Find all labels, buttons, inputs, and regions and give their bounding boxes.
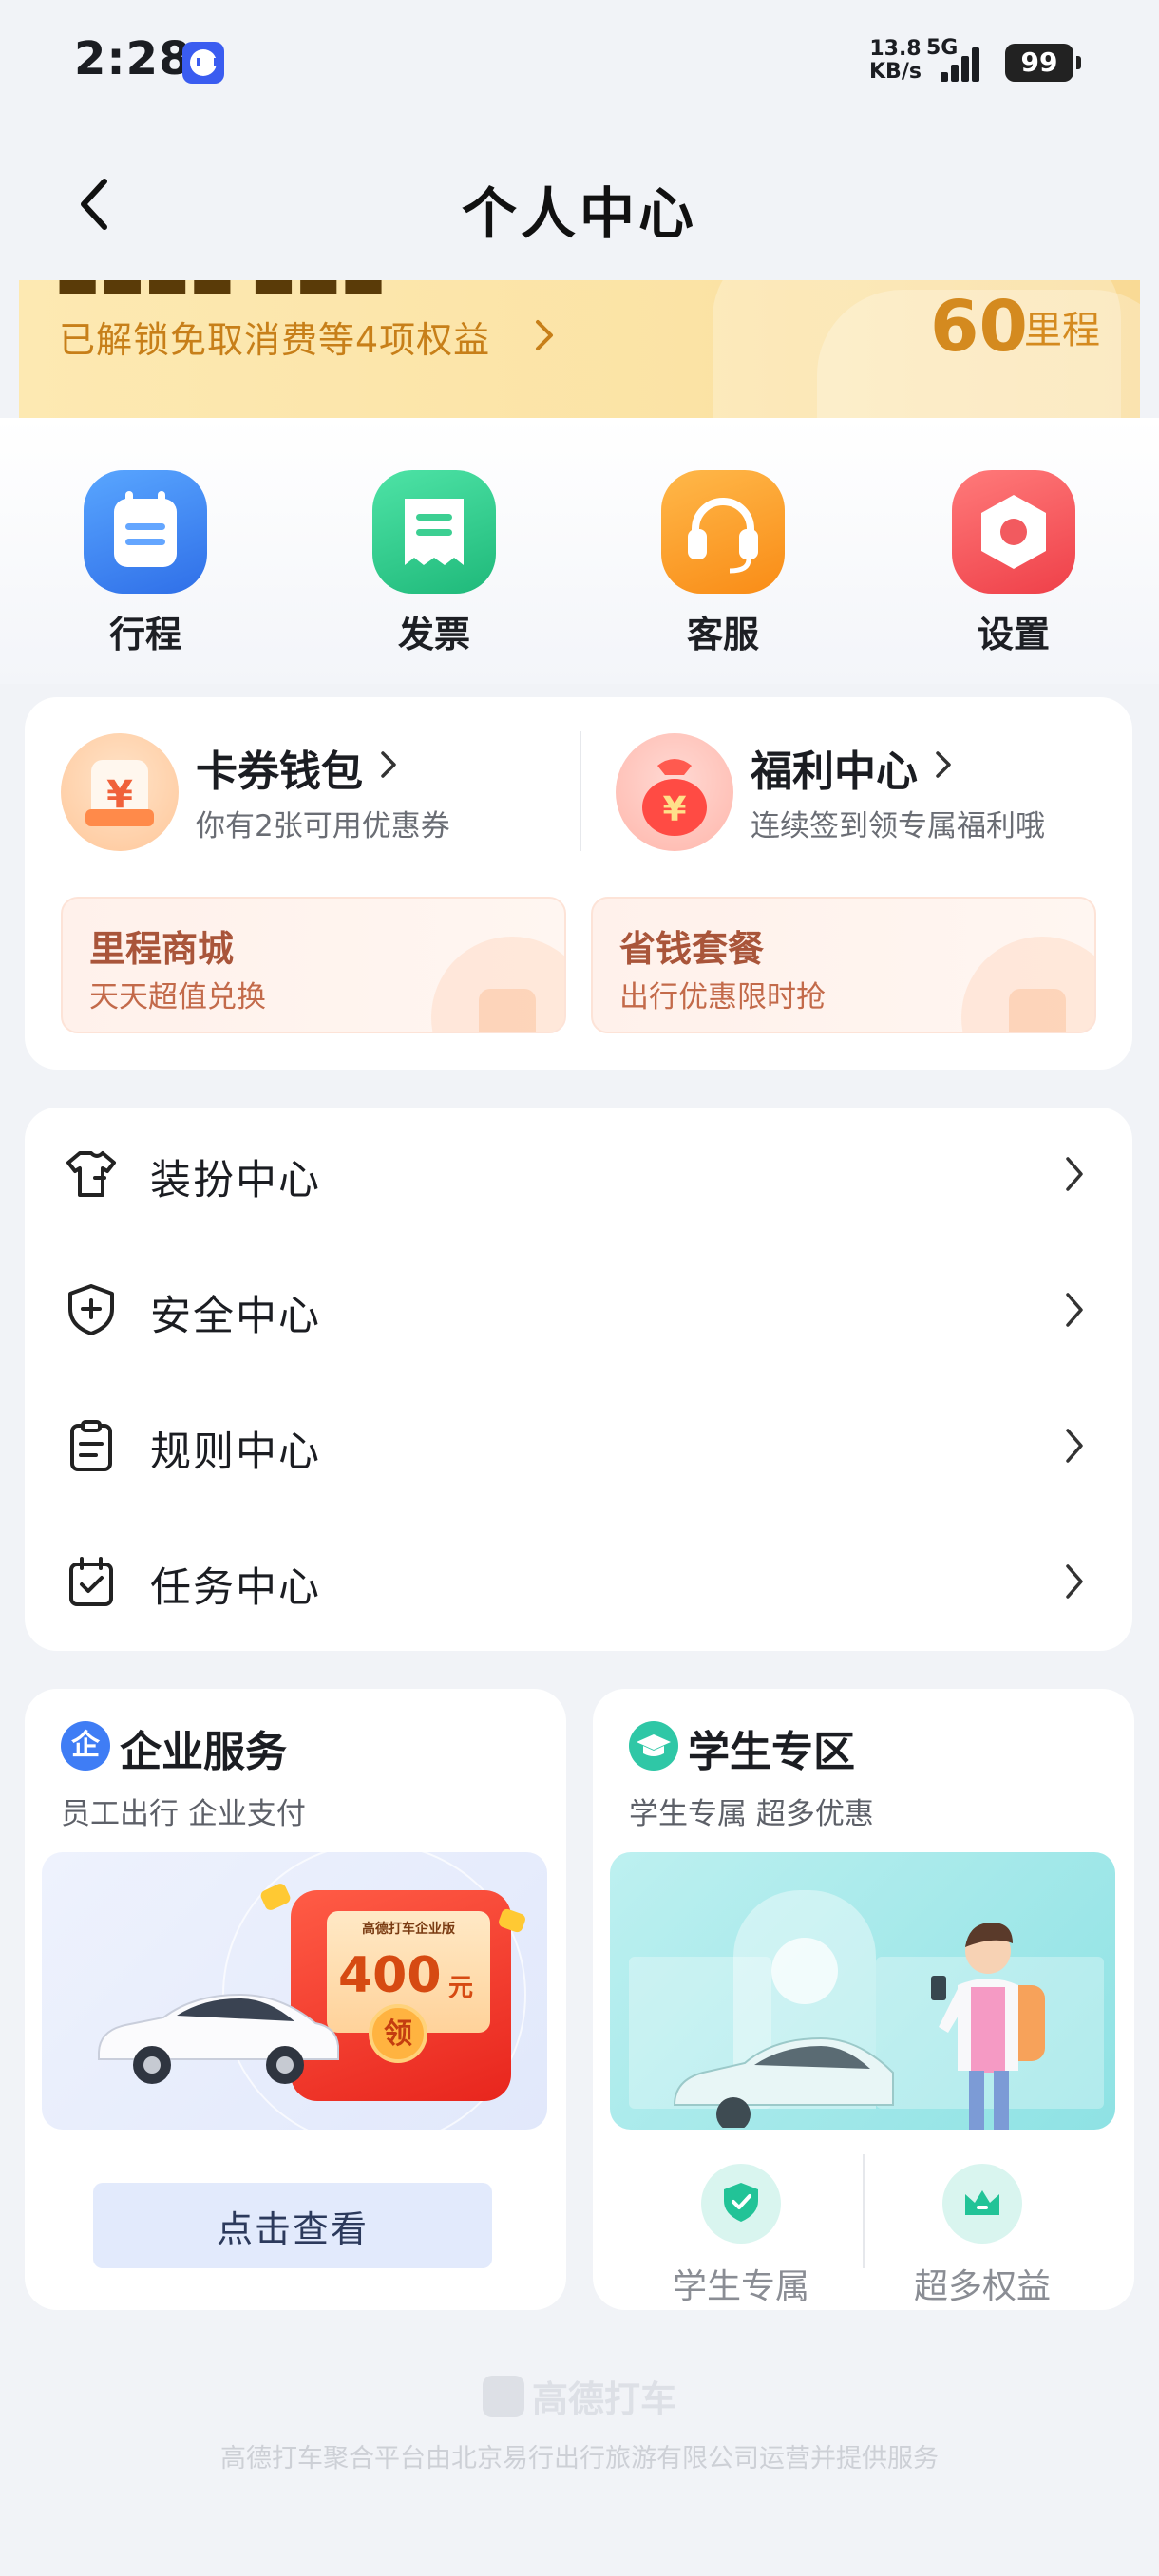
network-speed-unit: KB/s <box>869 60 922 84</box>
coupon-wallet-desc: 你有2张可用优惠券 <box>196 809 450 843</box>
saving-pack-tile[interactable]: 省钱套餐 出行优惠限时抢 <box>591 897 1096 1033</box>
quick-action-trips[interactable]: 行程 <box>65 470 226 657</box>
quick-action-label: 客服 <box>686 614 759 655</box>
view-details-button[interactable]: 点击查看 <box>93 2183 492 2268</box>
headset-icon <box>661 470 785 594</box>
crown-icon <box>942 2164 1022 2244</box>
coupon-wallet-title[interactable]: 卡券钱包 <box>196 737 363 798</box>
menu-item-dressup[interactable]: 装扮中心 <box>25 1108 1132 1243</box>
quick-action-invoice[interactable]: 发票 <box>353 470 515 657</box>
footer-logo-text: 高德打车 <box>531 2378 676 2420</box>
mileage-mall-title: 里程商城 <box>89 928 235 970</box>
enterprise-badge-icon: 企 <box>61 1721 110 1771</box>
welfare-center-title[interactable]: 福利中心 <box>750 737 918 798</box>
footer-logo: 高德打车 <box>0 2370 1159 2422</box>
chevron-right-icon <box>936 751 951 778</box>
status-bar: 2:28 13.8 KB/s 5G 99 <box>0 0 1159 123</box>
brand-logo-icon <box>482 2375 524 2417</box>
coupon-wallet-icon: ¥ <box>61 733 179 851</box>
car-icon <box>673 2036 894 2128</box>
student-feature-benefits[interactable]: 超多权益 <box>887 2164 1077 2308</box>
chevron-right-icon <box>1066 1564 1083 1599</box>
student-title: 学生专区 <box>688 1728 855 1776</box>
car-icon <box>98 1993 339 2084</box>
student-feature-label: 超多权益 <box>913 2267 1051 2306</box>
divider <box>580 731 581 851</box>
chevron-right-icon <box>536 320 553 350</box>
menu-item-rules[interactable]: 规则中心 <box>25 1379 1132 1515</box>
quick-action-label: 设置 <box>977 614 1050 655</box>
calendar-icon <box>84 470 207 594</box>
student-person-icon <box>931 1923 1045 2130</box>
banner-benefits-text: 已解锁免取消费等4项权益 <box>59 319 491 361</box>
banner-level-text-cut: ▬▬▬▬ ▬▬▬ <box>55 280 387 309</box>
envelope-coin: 领 <box>369 2004 428 2063</box>
wallet-card: ¥ 卡券钱包 你有2张可用优惠券 ¥ 福利中心 连续签到领专属福利哦 里程商城 … <box>25 697 1132 1070</box>
quick-action-label: 行程 <box>108 614 181 655</box>
membership-banner[interactable]: ▬▬▬▬ ▬▬▬ 已解锁免取消费等4项权益 60 里程 <box>19 280 1140 418</box>
mileage-mall-tile[interactable]: 里程商城 天天超值兑换 <box>61 897 566 1033</box>
quick-action-label: 发票 <box>397 614 470 655</box>
nav-bar: 个人中心 <box>0 123 1159 280</box>
welfare-center-desc: 连续签到领专属福利哦 <box>750 809 1045 843</box>
mileage-mall-sub: 天天超值兑换 <box>89 980 266 1014</box>
student-subtitle: 学生专属 超多优惠 <box>629 1797 874 1831</box>
enterprise-subtitle: 员工出行 企业支付 <box>61 1797 306 1831</box>
clock-icon <box>771 1938 838 2004</box>
envelope-unit: 元 <box>448 1974 474 2002</box>
network-speed: 13.8 KB/s <box>869 38 922 84</box>
welfare-bag-icon: ¥ <box>616 733 733 851</box>
saving-pack-title: 省钱套餐 <box>619 928 765 970</box>
envelope-tag: 高德打车企业版 <box>362 1922 455 1937</box>
saving-pack-sub: 出行优惠限时抢 <box>619 980 826 1014</box>
miles-unit: 里程 <box>1024 309 1100 352</box>
chevron-right-icon <box>1066 1157 1083 1191</box>
task-calendar-icon <box>69 1557 113 1606</box>
quick-action-support[interactable]: 客服 <box>642 470 804 657</box>
settings-icon <box>952 470 1075 594</box>
menu-item-label: 规则中心 <box>150 1429 321 1476</box>
enterprise-card[interactable]: 企 企业服务 员工出行 企业支付 高德打车企业版 400 元 领 点击查看 <box>25 1689 566 2310</box>
divider <box>863 2154 864 2268</box>
student-feature-label: 学生专属 <box>672 2267 809 2306</box>
app-notification-icon <box>182 42 224 84</box>
shopping-bag-icon <box>479 989 536 1032</box>
chevron-right-icon <box>1066 1293 1083 1327</box>
enterprise-illustration: 高德打车企业版 400 元 领 <box>42 1852 547 2130</box>
menu-item-tasks[interactable]: 任务中心 <box>25 1515 1132 1651</box>
shirt-icon <box>66 1151 116 1197</box>
footer-note: 高德打车聚合平台由北京易行出行旅游有限公司运营并提供服务 <box>220 2444 939 2473</box>
clipboard-icon <box>70 1420 112 1471</box>
signal-icon <box>940 42 990 82</box>
student-illustration <box>610 1852 1115 2130</box>
battery-icon: 99 <box>1005 44 1081 82</box>
chevron-right-icon <box>381 751 396 778</box>
menu-item-label: 任务中心 <box>150 1564 321 1612</box>
gift-icon <box>1009 989 1066 1032</box>
menu-item-label: 装扮中心 <box>150 1157 321 1204</box>
shield-icon <box>68 1284 114 1335</box>
envelope-amount: 400 <box>338 1947 442 2004</box>
menu-item-safety[interactable]: 安全中心 <box>25 1243 1132 1379</box>
menu-item-label: 安全中心 <box>150 1293 321 1340</box>
receipt-icon <box>372 470 496 594</box>
quick-action-settings[interactable]: 设置 <box>933 470 1094 657</box>
page-title: 个人中心 <box>461 181 697 246</box>
shield-check-icon <box>701 2164 781 2244</box>
enterprise-title: 企业服务 <box>120 1728 287 1776</box>
graduation-cap-icon <box>629 1721 678 1771</box>
chevron-right-icon <box>1066 1429 1083 1463</box>
network-speed-value: 13.8 <box>869 37 922 61</box>
status-time: 2:28 <box>74 32 192 85</box>
miles-value: 60 <box>930 286 1028 368</box>
student-feature-exclusive[interactable]: 学生专属 <box>646 2164 836 2308</box>
student-card[interactable]: 学生专区 学生专属 超多优惠 学生专属 超多权益 <box>593 1689 1134 2310</box>
svg-text:¥: ¥ <box>662 790 686 829</box>
